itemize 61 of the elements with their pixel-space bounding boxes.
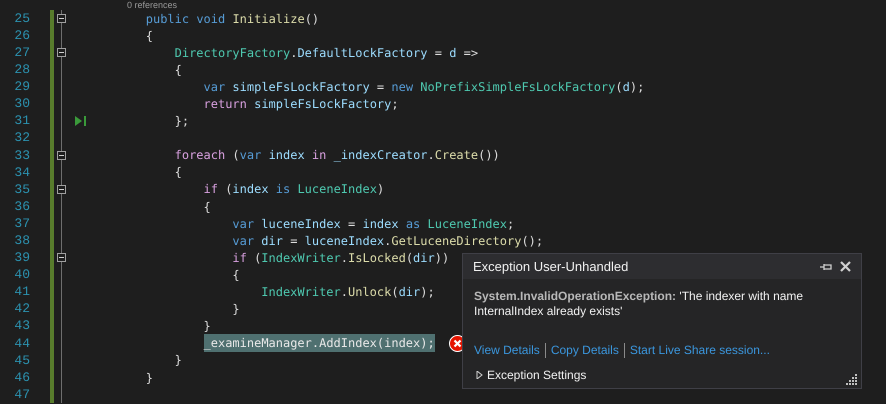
code-line: if (IndexWriter.IsLocked(dir)) bbox=[232, 250, 450, 267]
line-number: 34 bbox=[13, 164, 30, 182]
run-to-cursor-icon[interactable] bbox=[75, 116, 86, 126]
references-codelens[interactable]: 0 references bbox=[127, 0, 178, 10]
code-line: IndexWriter.Unlock(dir); bbox=[261, 284, 435, 302]
popup-title: Exception User-Unhandled bbox=[473, 258, 630, 276]
code-line: { bbox=[232, 266, 240, 284]
code-line: return simpleFsLockFactory; bbox=[204, 96, 399, 114]
exception-settings-toggle[interactable]: Exception Settings bbox=[487, 366, 586, 384]
popup-link[interactable]: Start Live Share session... bbox=[630, 341, 770, 359]
line-number: 28 bbox=[13, 61, 30, 80]
code-line: } bbox=[204, 318, 211, 336]
code-line: var luceneIndex = index as LuceneIndex; bbox=[232, 216, 514, 233]
code-line: } bbox=[232, 301, 240, 318]
collapse-icon[interactable] bbox=[56, 48, 66, 58]
line-number: 26 bbox=[13, 26, 30, 45]
line-number: 27 bbox=[13, 44, 30, 62]
expand-triangle-icon[interactable] bbox=[476, 371, 483, 379]
resize-grip-icon[interactable] bbox=[846, 373, 858, 385]
code-line: }; bbox=[174, 113, 190, 130]
line-number: 42 bbox=[13, 300, 30, 318]
line-number: 46 bbox=[13, 368, 30, 387]
code-line: foreach (var index in _indexCreator.Create()) bbox=[174, 147, 500, 164]
code-line: DirectoryFactory.DefaultLockFactory = d => bbox=[174, 44, 478, 62]
line-number: 40 bbox=[13, 266, 30, 284]
close-icon[interactable] bbox=[840, 261, 851, 272]
code-line: var simpleFsLockFactory = new NoPrefixSimpleFsLockFactory(d); bbox=[204, 78, 644, 96]
line-number: 30 bbox=[13, 95, 30, 114]
collapse-icon[interactable] bbox=[56, 253, 66, 262]
code-line: { bbox=[174, 62, 182, 79]
pin-icon[interactable] bbox=[820, 262, 832, 270]
line-number: 47 bbox=[13, 386, 30, 404]
line-number: 25 bbox=[13, 10, 30, 28]
code-line: } bbox=[174, 352, 182, 370]
popup-link[interactable]: View Details bbox=[474, 341, 540, 359]
line-number: 37 bbox=[13, 214, 30, 233]
code-line: { bbox=[146, 28, 153, 45]
code-line: var dir = luceneIndex.GetLuceneDirectory(); bbox=[232, 232, 544, 250]
code-line: public void Initialize() bbox=[146, 10, 320, 28]
exception-message: System.InvalidOperationException: 'The indexer with name InternalIndex already exists' bbox=[474, 289, 804, 319]
collapse-icon[interactable] bbox=[56, 14, 66, 24]
code-line: { bbox=[174, 164, 182, 182]
line-number: 35 bbox=[13, 180, 30, 199]
line-number: 45 bbox=[13, 352, 30, 370]
line-number: 39 bbox=[13, 249, 30, 268]
line-number: 31 bbox=[13, 112, 30, 130]
line-number: 43 bbox=[13, 317, 30, 336]
line-number: 36 bbox=[13, 198, 30, 216]
line-number: 44 bbox=[13, 334, 30, 353]
line-number: 32 bbox=[13, 129, 30, 148]
line-number: 38 bbox=[13, 232, 30, 250]
line-number: 29 bbox=[13, 78, 30, 96]
code-line: if (index is LuceneIndex) bbox=[204, 181, 384, 198]
line-number: 41 bbox=[13, 283, 30, 302]
code-line: { bbox=[204, 198, 211, 216]
line-number: 33 bbox=[13, 146, 30, 165]
current-statement: _examineManager.AddIndex(index); bbox=[204, 334, 435, 352]
code-line: } bbox=[146, 370, 153, 387]
popup-link[interactable]: Copy Details bbox=[550, 341, 619, 359]
collapse-icon[interactable] bbox=[56, 184, 66, 194]
collapse-icon[interactable] bbox=[56, 150, 66, 160]
